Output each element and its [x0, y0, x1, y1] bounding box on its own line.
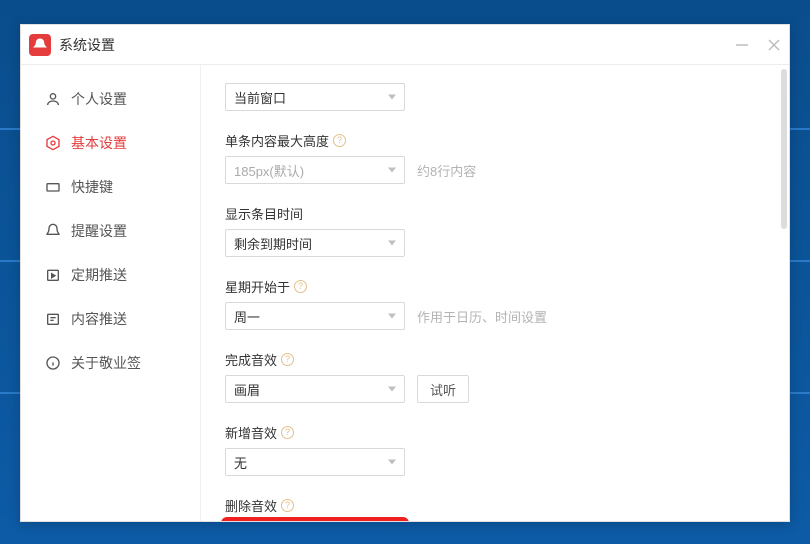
max-height-label: 单条内容最大高度 ?	[225, 131, 765, 150]
sidebar-item-label: 提醒设置	[71, 221, 127, 241]
person-icon	[45, 91, 61, 107]
sidebar-item-about[interactable]: 关于敬业签	[21, 341, 200, 385]
app-icon	[29, 34, 51, 56]
week-start-label: 星期开始于 ?	[225, 277, 765, 296]
title-bar: 系统设置	[21, 25, 789, 65]
new-sound-label: 新增音效 ?	[225, 423, 765, 442]
select-value: 无	[234, 453, 247, 472]
select-value: 剩余到期时间	[234, 234, 312, 253]
settings-window: 系统设置 个人设置 基本设置	[20, 24, 790, 522]
info-icon	[45, 355, 61, 371]
current-window-select[interactable]: 当前窗口	[225, 83, 405, 111]
sidebar-item-basic[interactable]: 基本设置	[21, 121, 200, 165]
max-height-select[interactable]: 185px(默认)	[225, 156, 405, 184]
close-button[interactable]	[767, 38, 781, 52]
keyboard-icon	[45, 179, 61, 195]
select-value: 当前窗口	[234, 88, 286, 107]
select-value: 画眉	[234, 380, 260, 399]
sidebar-item-personal[interactable]: 个人设置	[21, 77, 200, 121]
sidebar-item-label: 快捷键	[71, 177, 113, 197]
sidebar-item-reminder[interactable]: 提醒设置	[21, 209, 200, 253]
delete-sound-label: 删除音效 ?	[225, 496, 765, 515]
gear-hex-icon	[45, 135, 61, 151]
sidebar-item-label: 关于敬业签	[71, 353, 141, 373]
new-sound-select[interactable]: 无	[225, 448, 405, 476]
sidebar: 个人设置 基本设置 快捷键 提醒设置	[21, 65, 201, 521]
scrollbar-thumb[interactable]	[781, 69, 787, 229]
week-start-select[interactable]: 周一	[225, 302, 405, 330]
sidebar-item-schedule[interactable]: 定期推送	[21, 253, 200, 297]
select-value: 周一	[234, 307, 260, 326]
sidebar-item-label: 定期推送	[71, 265, 127, 285]
chevron-down-icon	[388, 387, 396, 392]
sidebar-item-shortcut[interactable]: 快捷键	[21, 165, 200, 209]
help-icon[interactable]: ?	[281, 426, 294, 439]
content-push-icon	[45, 311, 61, 327]
week-start-hint: 作用于日历、时间设置	[417, 307, 547, 326]
content-panel: 当前窗口 单条内容最大高度 ? 185px(默认) 约8行内容	[201, 65, 789, 521]
show-time-select[interactable]: 剩余到期时间	[225, 229, 405, 257]
sidebar-item-content-push[interactable]: 内容推送	[21, 297, 200, 341]
max-height-hint: 约8行内容	[417, 161, 476, 180]
chevron-down-icon	[388, 95, 396, 100]
sidebar-item-label: 内容推送	[71, 309, 127, 329]
chevron-down-icon	[388, 241, 396, 246]
show-time-label: 显示条目时间	[225, 204, 765, 223]
calendar-play-icon	[45, 267, 61, 283]
chevron-down-icon	[388, 460, 396, 465]
listen-button[interactable]: 试听	[417, 375, 469, 403]
select-value: 185px(默认)	[234, 161, 304, 180]
window-title: 系统设置	[59, 35, 115, 55]
chevron-down-icon	[388, 314, 396, 319]
sidebar-item-label: 基本设置	[71, 133, 127, 153]
help-icon[interactable]: ?	[294, 280, 307, 293]
minimize-button[interactable]	[735, 38, 749, 52]
sidebar-item-label: 个人设置	[71, 89, 127, 109]
chevron-down-icon	[388, 168, 396, 173]
help-icon[interactable]: ?	[333, 134, 346, 147]
help-icon[interactable]: ?	[281, 499, 294, 512]
bell-icon	[45, 223, 61, 239]
done-sound-label: 完成音效 ?	[225, 350, 765, 369]
help-icon[interactable]: ?	[281, 353, 294, 366]
done-sound-select[interactable]: 画眉	[225, 375, 405, 403]
